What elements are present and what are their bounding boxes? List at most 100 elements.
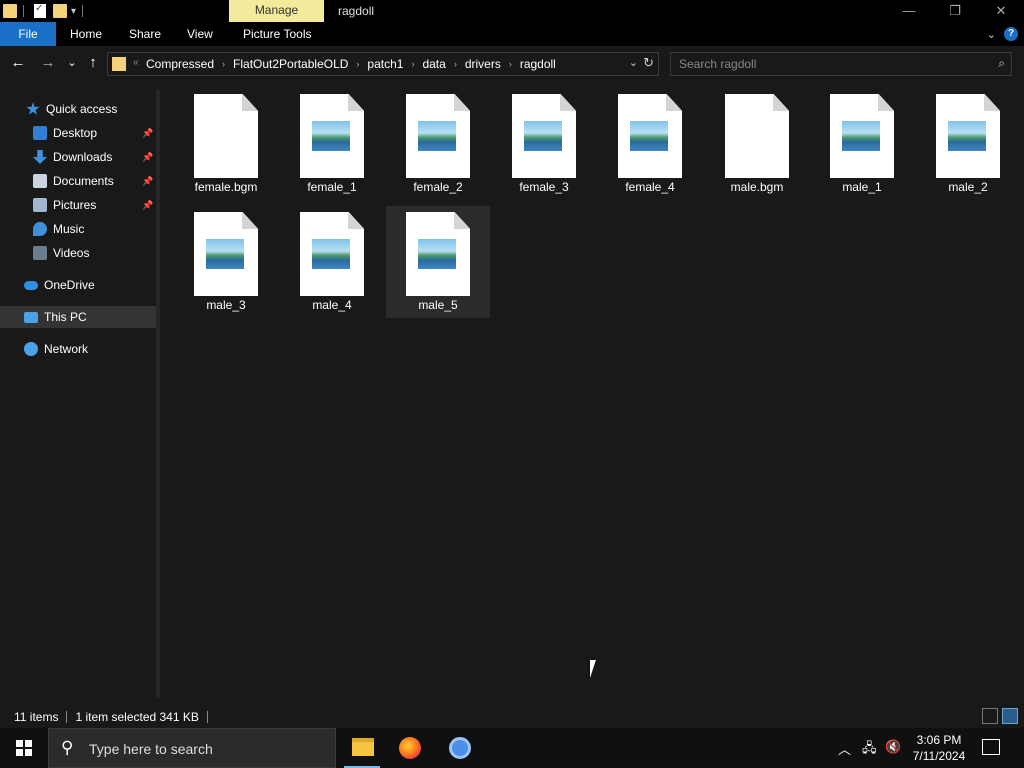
sidebar-item-label: Pictures [53, 198, 97, 212]
breadcrumb-separator-icon[interactable]: › [356, 59, 359, 69]
address-dropdown-chevron-icon[interactable]: ⌄ [629, 56, 638, 69]
sidebar-item-label: Quick access [46, 102, 118, 116]
sidebar-item-this-pc[interactable]: This PC [0, 306, 156, 328]
sidebar-item-music[interactable]: Music [0, 218, 156, 240]
breadcrumb-ragdoll[interactable]: ragdoll [520, 57, 556, 71]
recent-locations-chevron-icon[interactable]: ⌄ [62, 56, 82, 69]
file-item-male-1[interactable]: male_1 [810, 88, 914, 200]
tab-picture-tools[interactable]: Picture Tools [243, 22, 311, 46]
search-icon[interactable]: ⌕ [998, 56, 1005, 71]
sidebar-item-label: Desktop [53, 126, 98, 140]
breadcrumb-separator-icon[interactable]: › [509, 59, 512, 69]
pin-icon[interactable]: 📌 [142, 176, 153, 187]
image-file-icon [936, 94, 1000, 178]
taskbar-file-explorer[interactable] [338, 728, 386, 768]
search-icon: ⚲ [61, 738, 74, 757]
pin-icon[interactable]: 📌 [142, 128, 153, 139]
sidebar-item-pictures[interactable]: Pictures 📌 [0, 194, 156, 216]
file-name: male.bgm [730, 180, 784, 194]
minimize-button[interactable]: — [886, 0, 932, 22]
quick-access-toolbar: ▾ [0, 0, 89, 22]
volume-muted-icon[interactable]: 🔇 [885, 739, 901, 755]
sidebar-item-quick-access[interactable]: Quick access [0, 98, 156, 120]
tab-file[interactable]: File [0, 22, 56, 46]
breadcrumb-patch1[interactable]: patch1 [367, 57, 403, 71]
taskbar-search-input[interactable]: Type here to search [89, 741, 213, 757]
file-item-male-4[interactable]: male_4 [280, 206, 384, 318]
sidebar-item-label: OneDrive [44, 278, 95, 292]
close-button[interactable]: ✕ [978, 0, 1024, 22]
sidebar-item-label: Documents [53, 174, 114, 188]
address-bar[interactable]: « Compressed › FlatOut2PortableOLD › pat… [107, 52, 659, 76]
maximize-button[interactable]: ❐ [932, 0, 978, 22]
file-item-female-bgm[interactable]: female.bgm [174, 88, 278, 200]
customize-toolbar-chevron-icon[interactable]: ▾ [71, 6, 76, 17]
breadcrumb-separator-icon[interactable]: › [222, 59, 225, 69]
ribbon-tabs: File Home Share View Picture Tools ⌄ ? [0, 22, 1024, 46]
file-item-male-2[interactable]: male_2 [916, 88, 1020, 200]
file-name: female_4 [625, 180, 675, 194]
start-button[interactable] [0, 728, 48, 768]
show-hidden-icons-chevron-icon[interactable]: ︿ [838, 739, 851, 758]
taskbar-chrome[interactable] [436, 728, 484, 768]
breadcrumb-drivers[interactable]: drivers [465, 57, 501, 71]
breadcrumb: Compressed › FlatOut2PortableOLD › patch… [146, 53, 556, 75]
sidebar-item-documents[interactable]: Documents 📌 [0, 170, 156, 192]
sidebar-item-label: This PC [44, 310, 87, 324]
file-item-male-bgm[interactable]: male.bgm [705, 88, 809, 200]
properties-icon[interactable] [34, 3, 46, 18]
breadcrumb-data[interactable]: data [422, 57, 445, 71]
breadcrumb-flatout2portableold[interactable]: FlatOut2PortableOLD [233, 57, 348, 71]
refresh-icon[interactable]: ↻ [643, 55, 654, 71]
folder-icon[interactable] [3, 4, 17, 18]
tab-manage[interactable]: Manage [229, 0, 324, 22]
large-icons-view-icon[interactable] [1002, 708, 1018, 724]
picture-icon [33, 198, 47, 212]
divider [66, 711, 68, 723]
breadcrumb-separator-icon[interactable]: › [411, 59, 414, 69]
search-box[interactable]: Search ragdoll ⌕ [670, 52, 1012, 76]
file-name: male_4 [312, 298, 352, 312]
expand-ribbon-chevron-icon[interactable]: ⌄ [987, 28, 996, 41]
file-item-female-4[interactable]: female_4 [598, 88, 702, 200]
forward-button[interactable]: → [38, 54, 58, 71]
tab-share[interactable]: Share [129, 22, 161, 46]
file-item-male-3[interactable]: male_3 [174, 206, 278, 318]
taskbar-search[interactable]: ⚲ Type here to search [48, 728, 336, 768]
image-file-icon [406, 94, 470, 178]
new-folder-icon[interactable] [53, 4, 67, 18]
file-item-female-2[interactable]: female_2 [386, 88, 490, 200]
file-item-female-3[interactable]: female_3 [492, 88, 596, 200]
sidebar-item-downloads[interactable]: Downloads 📌 [0, 146, 156, 168]
details-view-icon[interactable] [982, 708, 998, 724]
sidebar-item-onedrive[interactable]: OneDrive [0, 274, 156, 296]
mouse-cursor-icon [590, 660, 602, 678]
title-bar: ▾ Manage ragdoll — ❐ ✕ [0, 0, 1024, 22]
breadcrumb-compressed[interactable]: Compressed [146, 57, 214, 71]
clock[interactable]: 3:06 PM 7/11/2024 [908, 732, 970, 764]
file-item-female-1[interactable]: female_1 [280, 88, 384, 200]
file-item-male-5[interactable]: male_5 [386, 206, 490, 318]
file-name: female_3 [519, 180, 569, 194]
tab-view[interactable]: View [187, 22, 213, 46]
window-title: ragdoll [338, 4, 375, 18]
sidebar-item-desktop[interactable]: Desktop 📌 [0, 122, 156, 144]
sidebar-item-videos[interactable]: Videos [0, 242, 156, 264]
up-button[interactable]: ↑ [83, 54, 103, 71]
breadcrumb-separator-icon[interactable]: › [454, 59, 457, 69]
overflow-chevron-icon[interactable]: « [133, 57, 139, 68]
network-status-icon[interactable]: 🖧 [862, 739, 877, 761]
help-icon[interactable]: ? [1004, 27, 1018, 41]
file-explorer-icon [352, 738, 374, 756]
back-button[interactable]: ← [8, 54, 28, 71]
clock-date: 7/11/2024 [912, 749, 966, 763]
sidebar-item-network[interactable]: Network [0, 338, 156, 360]
image-file-icon [618, 94, 682, 178]
pin-icon[interactable]: 📌 [142, 152, 153, 163]
taskbar-firefox[interactable] [386, 728, 434, 768]
search-input[interactable]: Search ragdoll [679, 57, 756, 71]
image-file-icon [300, 212, 364, 296]
tab-home[interactable]: Home [70, 22, 102, 46]
pin-icon[interactable]: 📌 [142, 200, 153, 211]
action-center-icon[interactable] [982, 739, 1000, 755]
